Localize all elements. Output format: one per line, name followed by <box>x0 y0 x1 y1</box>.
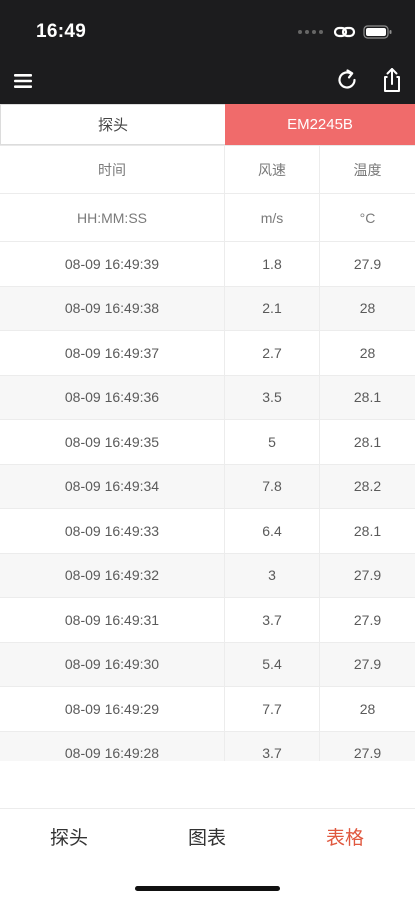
table-row: 08-09 16:49:29 7.7 28 <box>0 687 415 732</box>
cell-wind-speed: 2.1 <box>225 286 320 330</box>
cell-time: 08-09 16:49:33 <box>0 509 225 553</box>
unit-temperature: °C <box>359 209 376 226</box>
table-row: 08-09 16:49:38 2.1 28 <box>0 286 415 331</box>
refresh-icon[interactable] <box>334 67 360 93</box>
menu-icon[interactable] <box>12 69 36 93</box>
table-row: 08-09 16:49:33 6.4 28.1 <box>0 509 415 554</box>
cell-temperature: 27.9 <box>353 611 382 628</box>
cell-time: 08-09 16:49:38 <box>0 286 225 330</box>
cell-time: 08-09 16:49:39 <box>0 242 225 286</box>
nav-bar <box>0 58 415 104</box>
unit-time: HH:MM:SS <box>0 194 225 241</box>
table-row: 08-09 16:49:32 3 27.9 <box>0 553 415 598</box>
segment-device[interactable]: EM2245B <box>225 104 415 145</box>
header-wind-speed: 风速 <box>225 146 320 193</box>
table-row: 08-09 16:49:30 5.4 27.9 <box>0 642 415 687</box>
header-time: 时间 <box>0 146 225 193</box>
cell-wind-speed: 2.7 <box>225 331 320 375</box>
table-header-row: 时间 风速 温度 <box>0 146 415 194</box>
link-icon <box>333 26 356 38</box>
tab-bar: 探头 图表 表格 <box>0 808 415 900</box>
cell-time: 08-09 16:49:28 <box>0 731 225 761</box>
cell-temperature: 28 <box>359 300 376 317</box>
signal-icon <box>298 30 323 34</box>
cell-time: 08-09 16:49:36 <box>0 375 225 419</box>
header-temperature: 温度 <box>353 161 382 178</box>
cell-time: 08-09 16:49:31 <box>0 598 225 642</box>
status-time: 16:49 <box>36 21 87 42</box>
table-row: 08-09 16:49:36 3.5 28.1 <box>0 375 415 420</box>
cell-temperature: 28.1 <box>353 522 382 539</box>
table-row: 08-09 16:49:35 5 28.1 <box>0 420 415 465</box>
cell-wind-speed: 3 <box>225 553 320 597</box>
cell-temperature: 27.9 <box>353 255 382 272</box>
cell-wind-speed: 5 <box>225 420 320 464</box>
table-row: 08-09 16:49:31 3.7 27.9 <box>0 598 415 643</box>
table-row: 08-09 16:49:39 1.8 27.9 <box>0 242 415 287</box>
status-icons <box>298 24 393 40</box>
segment-probe[interactable]: 探头 <box>0 104 225 145</box>
table-body: 08-09 16:49:39 1.8 27.9 08-09 16:49:38 2.1 28… <box>0 242 415 761</box>
cell-temperature: 28 <box>359 700 376 717</box>
cell-time: 08-09 16:49:30 <box>0 642 225 686</box>
table-row: 08-09 16:49:28 3.7 27.9 <box>0 731 415 761</box>
cell-wind-speed: 1.8 <box>225 242 320 286</box>
table-row: 08-09 16:49:34 7.8 28.2 <box>0 464 415 509</box>
cell-time: 08-09 16:49:29 <box>0 687 225 731</box>
cell-time: 08-09 16:49:32 <box>0 553 225 597</box>
cell-time: 08-09 16:49:34 <box>0 464 225 508</box>
tab-table[interactable]: 表格 <box>326 823 364 850</box>
cell-time: 08-09 16:49:35 <box>0 420 225 464</box>
tab-probe[interactable]: 探头 <box>50 823 88 850</box>
cell-time: 08-09 16:49:37 <box>0 331 225 375</box>
cell-wind-speed: 7.8 <box>225 464 320 508</box>
cell-temperature: 28.2 <box>353 478 382 495</box>
table-row: 08-09 16:49:37 2.7 28 <box>0 331 415 376</box>
table-units-row: HH:MM:SS m/s °C <box>0 194 415 242</box>
data-table: 时间 风速 温度 HH:MM:SS m/s °C 08-09 16:49:39 1… <box>0 146 415 761</box>
cell-wind-speed: 5.4 <box>225 642 320 686</box>
cell-temperature: 28 <box>359 344 376 361</box>
status-bar: 16:49 <box>0 0 415 58</box>
home-indicator <box>135 886 280 891</box>
cell-wind-speed: 3.7 <box>225 731 320 761</box>
cell-wind-speed: 3.7 <box>225 598 320 642</box>
cell-wind-speed: 6.4 <box>225 509 320 553</box>
cell-temperature: 27.9 <box>353 567 382 584</box>
cell-temperature: 27.9 <box>353 656 382 673</box>
cell-wind-speed: 3.5 <box>225 375 320 419</box>
cell-temperature: 27.9 <box>353 745 382 761</box>
cell-temperature: 28.1 <box>353 433 382 450</box>
share-icon[interactable] <box>379 66 405 94</box>
cell-wind-speed: 7.7 <box>225 687 320 731</box>
segment-control: 探头 EM2245B <box>0 104 415 146</box>
cell-temperature: 28.1 <box>353 389 382 406</box>
tab-chart[interactable]: 图表 <box>188 823 226 850</box>
battery-icon <box>363 25 392 39</box>
unit-wind-speed: m/s <box>225 194 320 241</box>
